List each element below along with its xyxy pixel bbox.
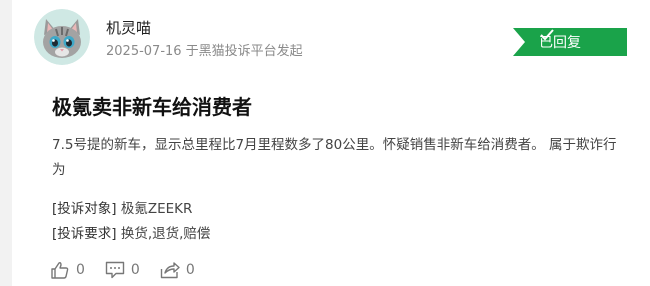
complaint-demand-value: 换货,退货,赔偿 (120, 226, 211, 242)
thumbs-up-icon (51, 262, 69, 279)
complaint-description: 7.5号提的新车，显示总里程比7月里程数多了80公里。怀疑销售非新车给消费者。 … (52, 137, 617, 178)
status-badge: 已回复 (513, 28, 627, 56)
complaint-card: 机灵喵 2025-07-16 于黑猫投诉平台发起 已回复 极氪卖非新车给消费者 … (12, 0, 650, 286)
like-button[interactable]: 0 (50, 261, 85, 279)
complaint-object-value[interactable]: 极氪ZEEKR (121, 201, 193, 217)
complaint-object-row: [投诉对象] 极氪ZEEKR (52, 197, 192, 217)
cat-avatar (34, 9, 90, 65)
like-count: 0 (76, 262, 85, 278)
share-count: 0 (185, 262, 195, 278)
complaint-demand-key: [投诉要求] (52, 226, 117, 242)
comment-icon (105, 261, 125, 279)
complaint-object-key: [投诉对象] (52, 201, 117, 217)
share-button[interactable]: 0 (160, 261, 195, 279)
share-icon (160, 262, 180, 279)
post-meta: 2025-07-16 于黑猫投诉平台发起 (106, 44, 303, 59)
comment-count: 0 (130, 262, 140, 278)
complaint-demand-row: [投诉要求] 换货,退货,赔偿 (52, 222, 210, 242)
avatar[interactable] (34, 9, 90, 65)
check-icon (540, 29, 554, 41)
complaint-title[interactable]: 极氪卖非新车给消费者 (52, 91, 252, 120)
action-bar: 0 0 0 (50, 261, 195, 279)
comment-button[interactable]: 0 (105, 261, 140, 279)
user-name[interactable]: 机灵喵 (106, 17, 151, 38)
